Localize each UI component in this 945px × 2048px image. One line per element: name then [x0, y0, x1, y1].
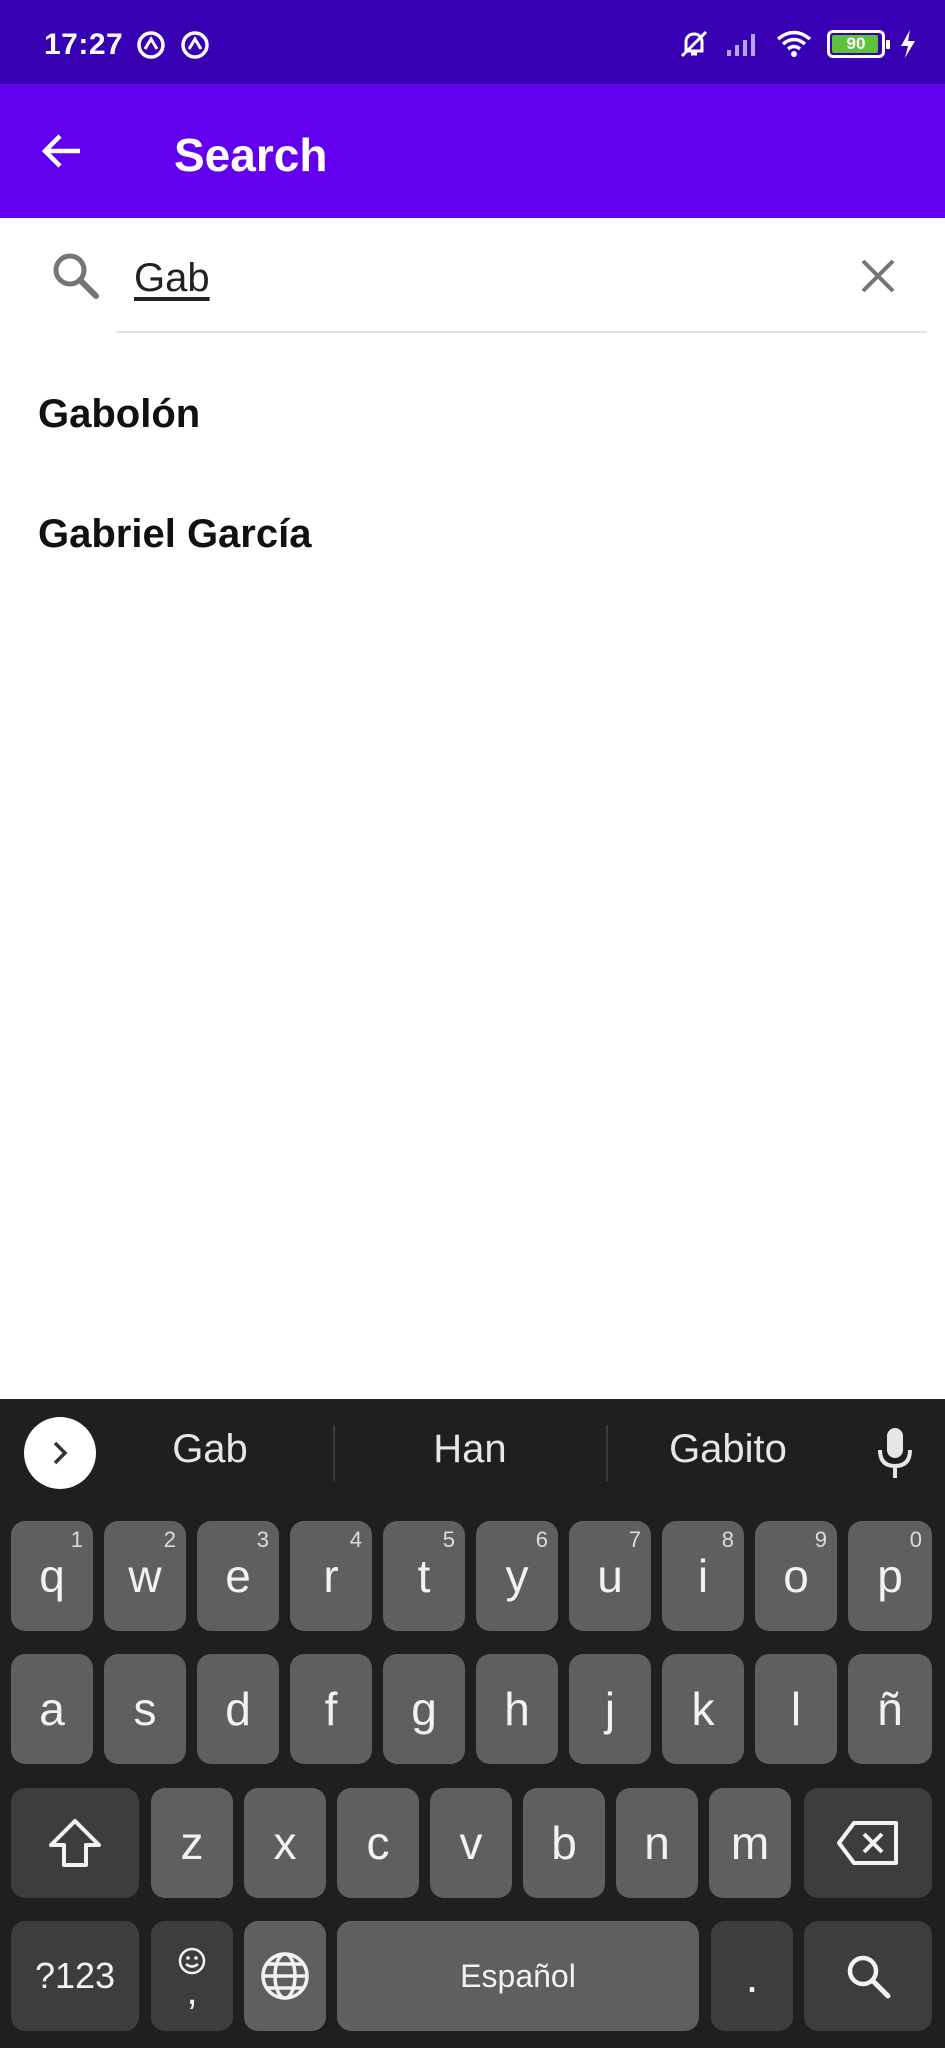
key-i[interactable]: i8 — [662, 1521, 744, 1631]
close-icon — [861, 259, 895, 293]
battery-level: 90 — [846, 34, 866, 53]
key-u[interactable]: u7 — [569, 1521, 651, 1631]
wifi-icon — [776, 30, 812, 57]
key-r[interactable]: r4 — [290, 1521, 372, 1631]
key-p[interactable]: p0 — [848, 1521, 932, 1631]
mute-bell-icon — [680, 30, 708, 58]
key-k[interactable]: k — [662, 1654, 744, 1764]
on-screen-keyboard: Gab Han Gabito q1 w2 e3 r4 t5 y6 u7 i8 o… — [0, 1399, 945, 2048]
search-action-key[interactable] — [804, 1921, 932, 2031]
magnifier-icon — [847, 1955, 891, 1999]
key-c[interactable]: c — [337, 1788, 419, 1898]
charging-bolt-icon — [901, 30, 915, 58]
search-result-item[interactable]: Gabolón — [38, 392, 200, 437]
key-o[interactable]: o9 — [755, 1521, 837, 1631]
back-button[interactable] — [30, 119, 94, 183]
search-divider — [116, 331, 927, 333]
page-title: Search — [174, 129, 328, 181]
key-l[interactable]: l — [755, 1654, 837, 1764]
key-a[interactable]: a — [11, 1654, 93, 1764]
notification-app-icon — [181, 31, 209, 59]
suggestion-bar: Gab Han Gabito — [0, 1399, 945, 1503]
key-y[interactable]: y6 — [476, 1521, 558, 1631]
clear-search-button[interactable] — [848, 246, 908, 306]
signal-icon — [727, 34, 755, 56]
key-h[interactable]: h — [476, 1654, 558, 1764]
suggestion-1[interactable]: Gab — [140, 1427, 280, 1472]
symbols-key[interactable]: ?123 — [11, 1921, 139, 2031]
status-icons: 90 — [677, 26, 917, 62]
key-e[interactable]: e3 — [197, 1521, 279, 1631]
backspace-icon — [837, 1821, 898, 1865]
key-q[interactable]: q1 — [11, 1521, 93, 1631]
globe-icon — [261, 1952, 309, 2000]
key-j[interactable]: j — [569, 1654, 651, 1764]
status-time: 17:27 — [44, 28, 124, 61]
search-result-item[interactable]: Gabriel García — [38, 512, 311, 557]
key-n[interactable]: n — [616, 1788, 698, 1898]
app-bar: Search — [0, 84, 945, 218]
voice-input-button[interactable] — [870, 1421, 920, 1485]
chevron-right-icon — [53, 1441, 68, 1465]
suggestion-separator — [333, 1425, 335, 1481]
key-m[interactable]: m — [709, 1788, 791, 1898]
shift-key[interactable] — [11, 1788, 139, 1898]
shift-arrow-icon — [49, 1819, 101, 1867]
key-s[interactable]: s — [104, 1654, 186, 1764]
comma-key[interactable]: , — [151, 1921, 233, 2031]
suggestion-separator — [606, 1425, 608, 1481]
space-key[interactable]: Español — [337, 1921, 699, 2031]
key-z[interactable]: z — [151, 1788, 233, 1898]
key-n-tilde[interactable]: ñ — [848, 1654, 932, 1764]
period-key[interactable]: . — [711, 1921, 793, 2031]
search-input[interactable] — [134, 248, 834, 308]
status-bar: 17:27 90 — [0, 0, 945, 84]
search-icon — [53, 253, 99, 299]
arrow-left-icon — [41, 134, 80, 168]
key-f[interactable]: f — [290, 1654, 372, 1764]
battery-indicator: 90 — [827, 30, 890, 58]
language-key[interactable] — [244, 1921, 326, 2031]
key-x[interactable]: x — [244, 1788, 326, 1898]
key-w[interactable]: w2 — [104, 1521, 186, 1631]
suggestion-3[interactable]: Gabito — [650, 1427, 806, 1472]
key-g[interactable]: g — [383, 1654, 465, 1764]
expand-toolbar-button[interactable] — [24, 1417, 96, 1489]
microphone-icon — [878, 1428, 912, 1478]
key-v[interactable]: v — [430, 1788, 512, 1898]
notification-app-icon — [137, 31, 165, 59]
backspace-key[interactable] — [804, 1788, 932, 1898]
key-b[interactable]: b — [523, 1788, 605, 1898]
key-t[interactable]: t5 — [383, 1521, 465, 1631]
suggestion-2[interactable]: Han — [400, 1427, 540, 1472]
key-d[interactable]: d — [197, 1654, 279, 1764]
